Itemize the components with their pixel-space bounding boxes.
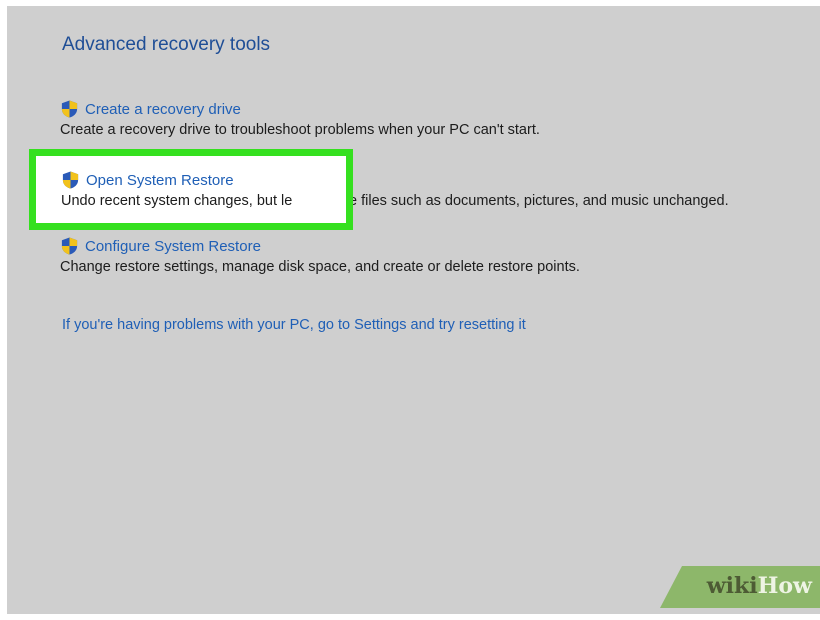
highlight-box: Open System Restore Undo recent system c… <box>29 149 353 230</box>
open-system-restore-description-continued: e files such as documents, pictures, and… <box>349 193 729 209</box>
watermark-wiki: wiki <box>706 573 758 599</box>
configure-system-restore-description: Change restore settings, manage disk spa… <box>60 259 580 275</box>
open-system-restore-link[interactable]: Open System Restore <box>86 172 234 189</box>
create-recovery-drive-link[interactable]: Create a recovery drive <box>85 101 241 118</box>
page-title: Advanced recovery tools <box>62 34 271 55</box>
create-recovery-drive-description: Create a recovery drive to troubleshoot … <box>60 122 540 138</box>
watermark-how: How <box>757 573 812 599</box>
uac-shield-icon <box>61 237 78 255</box>
watermark-text: wikiHow <box>707 573 812 599</box>
create-recovery-drive-link-row[interactable]: Create a recovery drive <box>60 98 540 120</box>
open-system-restore-description: Undo recent system changes, but le <box>61 193 293 209</box>
configure-restore-item: Configure System Restore Change restore … <box>60 235 580 275</box>
configure-system-restore-link[interactable]: Configure System Restore <box>85 238 261 255</box>
uac-shield-icon <box>62 171 79 189</box>
open-system-restore-item: Open System Restore Undo recent system c… <box>61 169 292 209</box>
open-system-restore-link-row[interactable]: Open System Restore <box>61 169 292 191</box>
reset-pc-settings-link[interactable]: If you're having problems with your PC, … <box>62 317 526 333</box>
uac-shield-icon <box>61 100 78 118</box>
control-panel-recovery: Advanced recovery tools Create a recover… <box>7 6 820 614</box>
recovery-drive-item: Create a recovery drive Create a recover… <box>60 98 540 138</box>
configure-system-restore-link-row[interactable]: Configure System Restore <box>60 235 580 257</box>
wikihow-watermark: wikiHow <box>660 566 820 608</box>
